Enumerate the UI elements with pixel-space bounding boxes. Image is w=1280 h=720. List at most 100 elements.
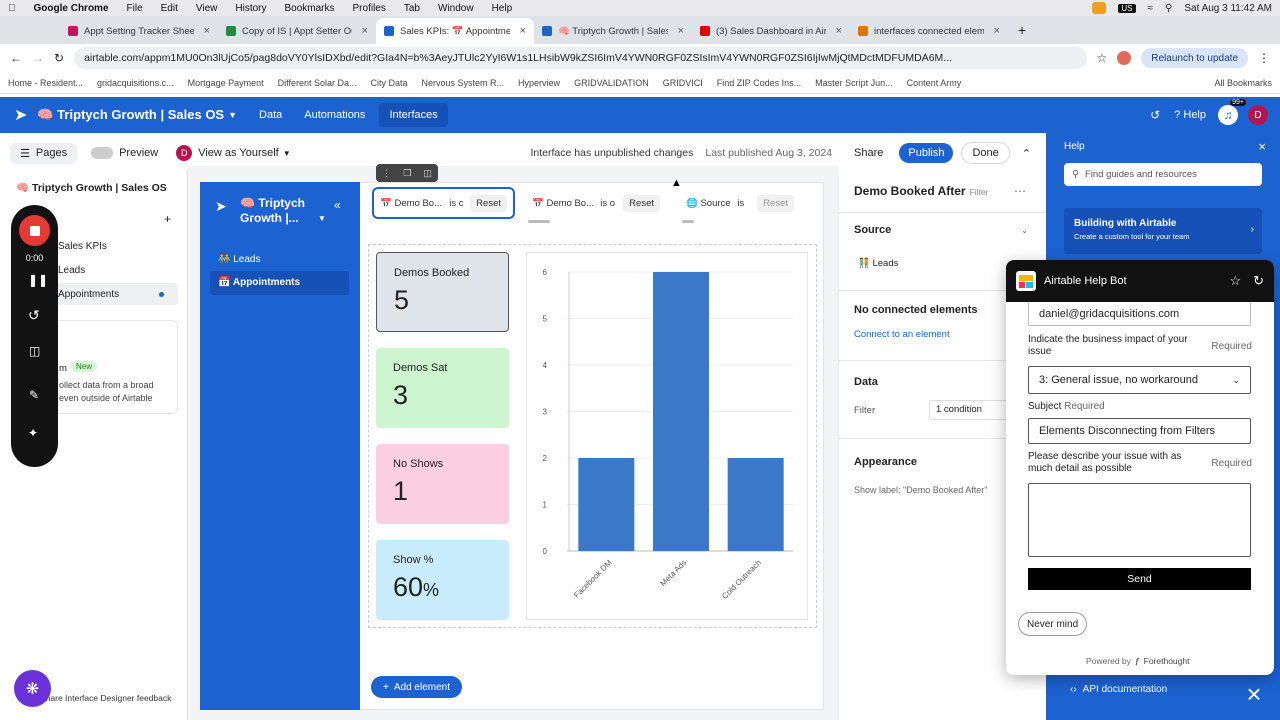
bar-chart-card[interactable]: 0 1 2 3 4 5 6 Facebook DM Meta Ads Cold Outreach [526, 252, 808, 620]
element-drag-toolbar[interactable]: ⋮ ❐ ◫ [376, 164, 438, 182]
trash-icon[interactable]: ◫ [29, 344, 40, 358]
pen-icon[interactable]: ✎ [29, 388, 39, 402]
search-icon[interactable]: ⚲ [1165, 3, 1172, 14]
collapse-sidebar-icon[interactable]: « [334, 198, 341, 212]
close-help-bot-button[interactable]: × [1228, 673, 1280, 715]
avatar[interactable] [1117, 51, 1132, 65]
filter-element-demo-booked[interactable]: 📅 Demo Bo... is o Reset [526, 187, 666, 219]
bookmark[interactable]: Home - Resident... [8, 78, 83, 88]
browser-tab[interactable]: interfaces connected element× [850, 18, 1008, 44]
send-button[interactable]: Send [1028, 568, 1251, 590]
more-icon[interactable]: ⋯ [1014, 184, 1026, 198]
recorder-launcher-button[interactable]: ❋ [14, 670, 51, 707]
preview-toggle[interactable] [91, 147, 114, 159]
trash-icon[interactable]: ◫ [423, 168, 432, 179]
connect-link[interactable]: Connect to an element [854, 329, 950, 340]
mic-icon[interactable] [1092, 2, 1107, 14]
number-card-show-pct[interactable]: Show % 60% [376, 540, 509, 620]
bookmark[interactable]: Content Army [907, 78, 962, 88]
forward-icon[interactable]: → [32, 51, 44, 65]
description-textarea[interactable] [1028, 483, 1251, 557]
nav-automations[interactable]: Automations [304, 109, 365, 121]
status-badge-us[interactable]: US [1118, 3, 1136, 13]
menu-profiles[interactable]: Profiles [353, 3, 386, 14]
chevron-down-icon[interactable]: ▼ [228, 110, 237, 120]
reload-icon[interactable]: ↻ [54, 51, 64, 65]
restart-icon[interactable]: ↺ [28, 307, 40, 324]
wifi-icon[interactable]: ≈ [1148, 3, 1154, 14]
menu-history[interactable]: History [235, 3, 266, 14]
url-field[interactable]: airtable.com/appm1MU0On3lUjCo5/pag8doVY0… [74, 47, 1087, 69]
bar-meta-ads[interactable] [653, 272, 709, 551]
pages-toggle-button[interactable]: ☰ Pages [10, 142, 78, 164]
apple-icon[interactable]:  [8, 3, 16, 14]
notifications-icon[interactable]: ♫ 99+ [1218, 99, 1246, 125]
browser-tab[interactable]: Appt Setting Tracker Sheet - × [60, 18, 218, 44]
reset-button[interactable]: Reset [757, 194, 794, 212]
bookmark[interactable]: GRIDVICI [663, 78, 703, 88]
subject-field[interactable]: Elements Disconnecting from Filters [1028, 418, 1251, 444]
done-button[interactable]: Done [961, 142, 1010, 164]
impact-select[interactable]: 3: General issue, no workaround ⌄ [1028, 366, 1251, 394]
api-docs-link[interactable]: ‹› API documentation [1070, 684, 1167, 695]
add-page-icon[interactable]: + [164, 212, 171, 226]
collapse-icon[interactable]: ⌃ [1022, 147, 1031, 160]
browser-tab[interactable]: (3) Sales Dashboard in Airtab× [692, 18, 850, 44]
drag-handle-icon[interactable]: ⋮ [382, 168, 391, 179]
promo-card[interactable]: m New ollect data from a broad even outs… [44, 320, 178, 414]
stop-record-button[interactable] [19, 215, 50, 246]
browser-tab[interactable]: Copy of IS | Appt Setter Outre× [218, 18, 376, 44]
star-icon[interactable]: ☆ [1229, 273, 1241, 289]
feedback-link[interactable]: Share Interface Designer feedback [40, 693, 171, 703]
bookmark[interactable]: Hyperview [518, 78, 560, 88]
bookmark[interactable]: Different Solar Da... [278, 78, 357, 88]
building-with-airtable-link[interactable]: Building with Airtable Create a custom t… [1064, 208, 1262, 254]
menu-view[interactable]: View [196, 3, 218, 14]
help-link[interactable]: ? Help [1174, 109, 1206, 121]
reset-button[interactable]: Reset [470, 194, 507, 212]
publish-button[interactable]: Publish [899, 143, 954, 163]
close-icon[interactable]: × [994, 25, 1000, 37]
add-element-button[interactable]: + Add element [371, 676, 462, 698]
browser-tab-active[interactable]: Sales KPIs: 📅 Appointme × [376, 18, 534, 44]
app-title[interactable]: 🧠 Triptych Growth |... [240, 196, 320, 226]
bar-cold-outreach[interactable] [727, 458, 784, 551]
clock-datetime[interactable]: Sat Aug 3 11:42 AM [1184, 3, 1272, 14]
history-icon[interactable]: ↺ [1150, 108, 1160, 122]
menu-bookmarks[interactable]: Bookmarks [285, 3, 335, 14]
page-item-sales-kpis[interactable]: Sales KPIs [58, 241, 107, 252]
email-field[interactable]: daniel@gridacquisitions.com [1028, 302, 1251, 326]
close-icon[interactable]: × [520, 25, 526, 37]
chevron-down-icon[interactable]: ▼ [283, 149, 291, 158]
relaunch-button[interactable]: Relaunch to update [1141, 48, 1248, 68]
close-icon[interactable]: × [678, 25, 684, 37]
nav-data[interactable]: Data [259, 109, 282, 121]
close-icon[interactable]: × [362, 25, 368, 37]
app-nav-appointments[interactable]: 📅 Appointments [210, 271, 349, 295]
bar-facebook-dm[interactable] [578, 458, 635, 551]
menu-window[interactable]: Window [438, 3, 474, 14]
number-card-demos-booked[interactable]: Demos Booked 5 [376, 252, 509, 332]
bookmark[interactable]: Find ZIP Codes Ins... [717, 78, 801, 88]
help-search-input[interactable]: ⚲ Find guides and resources [1064, 163, 1262, 186]
close-icon[interactable]: × [836, 25, 842, 37]
close-icon[interactable]: × [1258, 139, 1266, 154]
more-icon[interactable]: ⋮ [1258, 51, 1270, 65]
magic-wand-icon[interactable]: ✦ [28, 426, 38, 440]
airtable-home-icon[interactable]: ➤ [14, 105, 27, 125]
base-name[interactable]: 🧠 Triptych Growth | Sales OS [37, 107, 224, 123]
bookmark[interactable]: Nervous System R... [422, 78, 505, 88]
filter-element-demo-booked-after[interactable]: 📅 Demo Bo... is c Reset [372, 187, 515, 219]
bookmark[interactable]: City Data [371, 78, 408, 88]
bookmark[interactable]: GRIDVALIDATION [574, 78, 649, 88]
menu-tab[interactable]: Tab [404, 3, 420, 14]
close-icon[interactable]: × [204, 25, 210, 37]
back-icon[interactable]: ← [10, 51, 22, 65]
bookmark[interactable]: Mortgage Payment [188, 78, 264, 88]
share-button[interactable]: Share [844, 143, 894, 163]
browser-tab[interactable]: 🧠 Triptych Growth | Sales O× [534, 18, 692, 44]
view-as-dropdown[interactable]: View as Yourself [198, 147, 279, 159]
bookmark[interactable]: Master Script Jun... [815, 78, 893, 88]
star-icon[interactable]: ☆ [1097, 51, 1108, 65]
menu-help[interactable]: Help [492, 3, 513, 14]
